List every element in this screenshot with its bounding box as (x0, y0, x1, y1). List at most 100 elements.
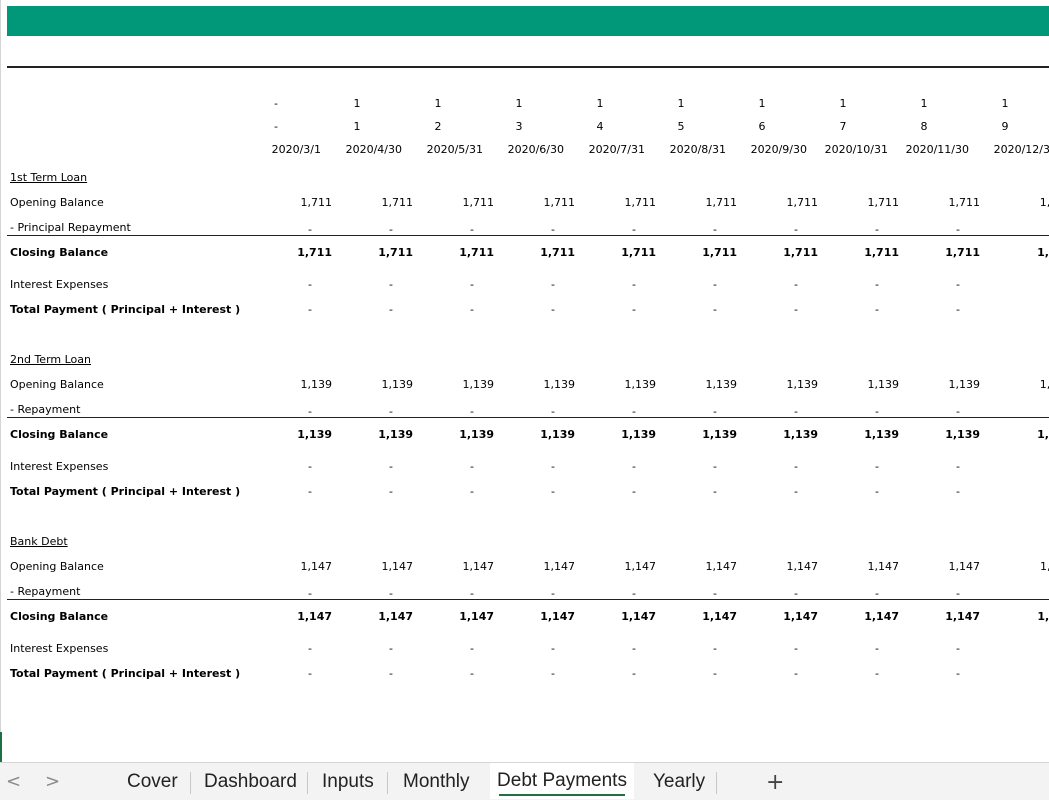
cell-interest[interactable]: - (556, 278, 636, 291)
header-cell-row1[interactable]: 1 (828, 97, 858, 110)
cell-interest[interactable]: - (799, 278, 879, 291)
cell-interest[interactable]: - (637, 278, 717, 291)
cell-interest[interactable]: - (313, 642, 393, 655)
header-cell-dates[interactable]: 2020/8/31 (646, 143, 726, 156)
header-cell-dates[interactable]: 2020/9/30 (727, 143, 807, 156)
cell-total[interactable]: - (880, 303, 960, 316)
cell-interest[interactable]: - (637, 642, 717, 655)
cell-total[interactable]: - (556, 667, 636, 680)
header-cell-row2[interactable]: 3 (504, 120, 534, 133)
header-cell-row1[interactable]: - (261, 97, 291, 110)
row-label-interest-expenses[interactable]: Interest Expenses (10, 642, 108, 655)
cell-opening[interactable]: 1,711 (657, 196, 738, 209)
section-title[interactable]: 1st Term Loan (10, 171, 87, 184)
header-cell-row2[interactable]: 4 (585, 120, 615, 133)
cell-opening[interactable]: 1,139 (576, 378, 657, 391)
cell-repay[interactable]: - (475, 223, 555, 236)
header-cell-row2[interactable]: 8 (909, 120, 939, 133)
cell-closing[interactable]: 1,139 (414, 428, 494, 441)
cell-total[interactable]: - (556, 303, 636, 316)
cell-repay[interactable]: - (313, 223, 393, 236)
cell-closing[interactable]: 1,147 (414, 610, 494, 623)
cell-interest[interactable]: - (475, 642, 555, 655)
cell-total[interactable]: - (313, 303, 393, 316)
cell-total[interactable]: - (232, 485, 312, 498)
cell-interest[interactable]: - (394, 642, 474, 655)
add-sheet-icon[interactable]: + (766, 770, 784, 795)
cell-total[interactable]: - (475, 667, 555, 680)
row-label-total-payment[interactable]: Total Payment ( Principal + Interest ) (10, 667, 240, 680)
cell-repay[interactable]: - (637, 587, 717, 600)
cell-interest[interactable]: - (394, 278, 474, 291)
cell-closing[interactable]: 1,711 (738, 246, 818, 259)
cell-interest[interactable]: - (718, 278, 798, 291)
cell-repay[interactable]: - (718, 587, 798, 600)
cell-repay[interactable]: - (232, 405, 312, 418)
header-cell-row1[interactable]: 1 (666, 97, 696, 110)
cell-opening[interactable]: 1,147 (900, 560, 981, 573)
cell-interest[interactable]: - (232, 642, 312, 655)
header-cell-row1[interactable]: 1 (504, 97, 534, 110)
header-cell-row1[interactable]: 1 (342, 97, 372, 110)
section-title[interactable]: 2nd Term Loan (10, 353, 91, 366)
scroll-tabs-right-icon[interactable]: > (45, 771, 60, 792)
row-label-interest-expenses[interactable]: Interest Expenses (10, 278, 108, 291)
cell-total[interactable]: - (880, 667, 960, 680)
cell-total[interactable]: - (637, 667, 717, 680)
cell-closing[interactable]: 1,711 (576, 246, 656, 259)
cell-interest[interactable]: - (880, 278, 960, 291)
cell-interest[interactable]: - (313, 278, 393, 291)
cell-repay[interactable]: - (799, 223, 879, 236)
header-cell-dates[interactable]: 2020/12/3 (970, 143, 1049, 156)
cell-closing[interactable]: 1,139 (252, 428, 332, 441)
cell-opening[interactable]: 1,711 (900, 196, 981, 209)
header-cell-dates[interactable]: 2020/10/31 (808, 143, 888, 156)
cell-opening[interactable]: 1,1· (981, 560, 1049, 573)
cell-interest[interactable]: - (880, 642, 960, 655)
cell-total[interactable]: - (880, 485, 960, 498)
cell-closing[interactable]: 1,147 (738, 610, 818, 623)
section-title[interactable]: Bank Debt (10, 535, 68, 548)
cell-total[interactable]: - (718, 485, 798, 498)
header-cell-row2[interactable]: 2 (423, 120, 453, 133)
cell-repay[interactable]: - (880, 223, 960, 236)
cell-repay[interactable]: - (313, 587, 393, 600)
row-label-opening-balance[interactable]: Opening Balance (10, 378, 104, 391)
cell-opening[interactable]: 1,147 (576, 560, 657, 573)
tab-dashboard[interactable]: Dashboard (204, 771, 297, 793)
cell-closing[interactable]: 1,147 (333, 610, 413, 623)
cell-repay[interactable]: - (718, 405, 798, 418)
cell-total[interactable]: - (394, 667, 474, 680)
cell-repay[interactable]: - (799, 405, 879, 418)
row-label-repayment[interactable]: - Repayment (10, 585, 80, 598)
cell-repay[interactable]: - (556, 223, 636, 236)
cell-closing[interactable]: 1,147 (252, 610, 332, 623)
cell-opening[interactable]: 1,7: (981, 196, 1049, 209)
cell-repay[interactable]: - (799, 587, 879, 600)
cell-opening[interactable]: 1,139 (414, 378, 495, 391)
header-cell-row1[interactable]: 1 (990, 97, 1020, 110)
cell-opening[interactable]: 1,139 (252, 378, 333, 391)
cell-closing[interactable]: 1,711 (414, 246, 494, 259)
header-cell-row1[interactable]: 1 (747, 97, 777, 110)
cell-total[interactable]: - (799, 667, 879, 680)
cell-interest[interactable]: - (556, 460, 636, 473)
cell-total[interactable]: - (394, 485, 474, 498)
cell-repay[interactable]: - (637, 223, 717, 236)
cell-interest[interactable]: - (232, 460, 312, 473)
cell-closing[interactable]: 1,711 (495, 246, 575, 259)
cell-opening[interactable]: 1,711 (414, 196, 495, 209)
cell-opening[interactable]: 1,147 (252, 560, 333, 573)
cell-closing[interactable]: 1,147 (900, 610, 980, 623)
row-label-closing-balance[interactable]: Closing Balance (10, 246, 108, 259)
cell-interest[interactable]: - (313, 460, 393, 473)
cell-total[interactable]: - (475, 303, 555, 316)
header-cell-row2[interactable]: 6 (747, 120, 777, 133)
cell-closing[interactable]: 1,1: (981, 428, 1049, 441)
header-cell-dates[interactable]: 2020/3/1 (241, 143, 321, 156)
cell-opening[interactable]: 1,711 (738, 196, 819, 209)
header-cell-dates[interactable]: 2020/4/30 (322, 143, 402, 156)
row-label-opening-balance[interactable]: Opening Balance (10, 196, 104, 209)
cell-closing[interactable]: 1,147 (495, 610, 575, 623)
header-cell-row2[interactable]: 7 (828, 120, 858, 133)
